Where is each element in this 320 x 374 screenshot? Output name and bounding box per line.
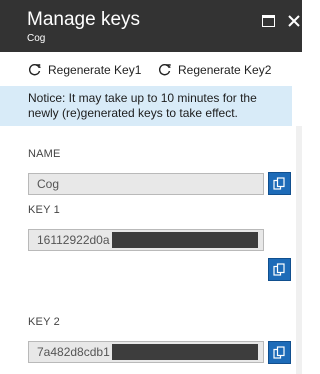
regenerate-key2-label: Regenerate Key2 [178, 63, 272, 77]
maximize-icon [261, 15, 275, 27]
copy-icon [273, 177, 285, 190]
close-icon [288, 15, 300, 27]
key2-redaction [112, 344, 258, 360]
key1-redaction [112, 232, 258, 248]
svg-text:2: 2 [169, 64, 172, 70]
svg-text:1: 1 [39, 64, 42, 70]
key1-label: KEY 1 [28, 204, 60, 216]
name-label: NAME [28, 148, 61, 160]
command-bar: 1 Regenerate Key1 2 Regenerate Key2 [0, 56, 302, 84]
key1-field[interactable]: 16112922d0a [28, 229, 264, 251]
close-button[interactable] [285, 12, 303, 30]
name-field[interactable]: Cog [28, 173, 264, 195]
refresh-1-icon: 1 [28, 64, 42, 76]
copy-icon [273, 346, 285, 359]
notice-banner: Notice: It may take up to 10 minutes for… [0, 86, 292, 126]
regenerate-key2-button[interactable]: 2 Regenerate Key2 [158, 60, 271, 80]
blade-header: Manage keys Cog [0, 0, 302, 52]
refresh-2-icon: 2 [158, 64, 172, 76]
key2-value: 7a482d8cdb1 [37, 345, 110, 359]
key2-label: KEY 2 [28, 316, 60, 328]
copy-icon [273, 263, 285, 276]
copy-name-button[interactable] [268, 172, 291, 195]
blade-title: Manage keys [27, 9, 141, 30]
copy-key1-button[interactable] [268, 258, 291, 281]
scrollbar[interactable] [296, 126, 302, 374]
regenerate-key1-label: Regenerate Key1 [48, 63, 142, 77]
key2-field[interactable]: 7a482d8cdb1 [28, 341, 264, 363]
regenerate-key1-button[interactable]: 1 Regenerate Key1 [28, 60, 141, 80]
copy-key2-button[interactable] [268, 341, 291, 364]
maximize-button[interactable] [259, 12, 277, 30]
key1-value: 16112922d0a [37, 233, 110, 247]
blade-subtitle: Cog [27, 33, 46, 44]
